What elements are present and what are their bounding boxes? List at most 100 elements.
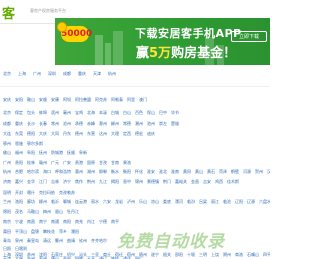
hot-city-link[interactable]: 北京 <box>3 71 11 77</box>
city-link[interactable]: 阿里 <box>127 97 135 103</box>
city-link[interactable]: 南阳 <box>63 219 71 225</box>
city-link[interactable]: 济南 <box>3 179 11 185</box>
city-link[interactable]: 汉中 <box>267 169 270 175</box>
city-link[interactable]: 廊坊 <box>27 199 35 205</box>
city-link[interactable]: 桂林 <box>27 160 35 166</box>
city-link[interactable]: 安阳 <box>15 97 23 103</box>
city-link[interactable]: 合肥 <box>15 169 23 175</box>
city-link[interactable]: 克孜勒苏 <box>59 190 75 196</box>
city-link[interactable]: 呼和浩特 <box>55 169 71 175</box>
city-link[interactable]: 潮州 <box>135 121 143 127</box>
city-link[interactable]: 昆明 <box>3 190 11 196</box>
city-link[interactable]: 广州 <box>3 160 11 166</box>
city-link[interactable]: 达州 <box>99 131 107 137</box>
city-link[interactable]: 梅州 <box>43 209 51 215</box>
city-link[interactable]: 锦州 <box>135 179 143 185</box>
city-link[interactable]: 德宏 <box>135 131 143 137</box>
city-link[interactable]: 攀枝花 <box>43 229 55 235</box>
city-link[interactable]: 南充 <box>75 219 83 225</box>
city-link[interactable]: 喀什 <box>27 190 35 196</box>
city-link[interactable]: 牡丹江 <box>67 209 79 215</box>
city-link[interactable]: 迪庆 <box>147 131 155 137</box>
city-link[interactable]: 南宁 <box>39 219 47 225</box>
city-link[interactable]: 抚顺 <box>67 150 75 156</box>
city-link[interactable]: 六盘水 <box>259 199 270 205</box>
city-link[interactable]: 黄山 <box>195 169 203 175</box>
city-link[interactable]: 重庆 <box>15 121 23 127</box>
city-link[interactable]: 阿克苏 <box>95 97 107 103</box>
city-link[interactable]: 淮安 <box>147 169 155 175</box>
city-link[interactable]: 齐齐哈尔 <box>91 238 107 244</box>
city-link[interactable]: 兰州 <box>3 199 11 205</box>
city-link[interactable]: 莆田 <box>3 229 11 235</box>
city-link[interactable]: 江门 <box>39 179 47 185</box>
city-link[interactable]: 本溪 <box>99 110 107 116</box>
city-link[interactable]: 楚雄 <box>171 121 179 127</box>
city-link[interactable]: 吉林 <box>51 179 59 185</box>
city-link[interactable]: 长沙 <box>27 121 35 127</box>
hot-city-link[interactable]: 重庆 <box>78 71 86 77</box>
city-link[interactable]: 保定 <box>15 110 23 116</box>
city-link[interactable]: 丽江 <box>211 199 219 205</box>
city-link[interactable]: 池州 <box>147 121 155 127</box>
city-link[interactable]: 蚌埠 <box>39 110 47 116</box>
city-link[interactable]: 沧州 <box>63 121 71 127</box>
city-link[interactable]: 临沂 <box>51 199 59 205</box>
city-link[interactable]: 白城 <box>111 110 119 116</box>
hot-city-link[interactable]: 杭州 <box>108 71 116 77</box>
city-link[interactable]: 衡阳 <box>123 169 131 175</box>
city-link[interactable]: 阜阳 <box>27 150 35 156</box>
city-link[interactable]: 金华 <box>27 179 35 185</box>
city-link[interactable]: 萍乡 <box>59 229 67 235</box>
city-link[interactable]: 巴中 <box>159 110 167 116</box>
city-link[interactable]: 平顶山 <box>15 229 27 235</box>
city-link[interactable]: 白山 <box>123 110 131 116</box>
city-link[interactable]: 泉州 <box>15 238 23 244</box>
city-link[interactable]: 阿勒泰 <box>111 97 123 103</box>
city-link[interactable]: 果洛 <box>123 160 131 166</box>
city-link[interactable]: 濮阳 <box>71 229 79 235</box>
city-link[interactable]: 辽阳 <box>235 199 243 205</box>
city-link[interactable]: 洛阳 <box>15 199 23 205</box>
city-link[interactable]: 黄冈 <box>183 169 191 175</box>
city-link[interactable]: 宝鸡 <box>75 110 83 116</box>
city-link[interactable]: 九江 <box>99 179 107 185</box>
city-link[interactable]: 大同 <box>51 131 59 137</box>
city-link[interactable]: 宁德 <box>99 219 107 225</box>
city-link[interactable]: 东营 <box>87 131 95 137</box>
city-link[interactable]: 凉山 <box>151 199 159 205</box>
city-link[interactable]: 吉安 <box>203 179 211 185</box>
city-link[interactable]: 东莞 <box>15 131 23 137</box>
city-link[interactable]: 眉山 <box>55 209 63 215</box>
city-link[interactable]: 青岛 <box>3 238 11 244</box>
city-link[interactable]: 毕节 <box>171 110 179 116</box>
city-link[interactable]: 海口 <box>43 169 51 175</box>
city-link[interactable]: 安庆 <box>3 97 11 103</box>
city-link[interactable]: 淮北 <box>159 169 167 175</box>
city-link[interactable]: 赤峰 <box>87 121 95 127</box>
city-link[interactable]: 保山 <box>147 110 155 116</box>
city-link[interactable]: 北海 <box>87 110 95 116</box>
city-link[interactable]: 开封 <box>15 190 23 196</box>
city-link[interactable]: 马鞍山 <box>27 209 39 215</box>
city-link[interactable]: 滨州 <box>51 110 59 116</box>
city-link[interactable]: 湖州 <box>87 169 95 175</box>
city-link[interactable]: 贺州 <box>255 169 263 175</box>
city-link[interactable]: 秦皇岛 <box>27 238 39 244</box>
city-link[interactable]: 长春 <box>39 121 47 127</box>
city-link[interactable]: 临汾 <box>187 199 195 205</box>
city-link[interactable]: 鸡西 <box>215 179 223 185</box>
city-link[interactable]: 赣州 <box>39 160 47 166</box>
city-link[interactable]: 滁州 <box>99 121 107 127</box>
city-link[interactable]: 包头 <box>27 110 35 116</box>
city-link[interactable]: 甘孜 <box>99 160 107 166</box>
city-link[interactable]: 衢州 <box>55 238 63 244</box>
city-link[interactable]: 澳门 <box>139 97 147 103</box>
city-link[interactable]: 防城港 <box>51 150 63 156</box>
city-link[interactable]: 阿拉善盟 <box>75 97 91 103</box>
hot-city-link[interactable]: 上海 <box>18 71 26 77</box>
download-now-button[interactable]: 立即下载 <box>231 31 267 42</box>
hot-city-link[interactable]: 广州 <box>33 71 41 77</box>
city-link[interactable]: 崇左 <box>159 121 167 127</box>
city-link[interactable]: 佳木斯 <box>227 179 239 185</box>
